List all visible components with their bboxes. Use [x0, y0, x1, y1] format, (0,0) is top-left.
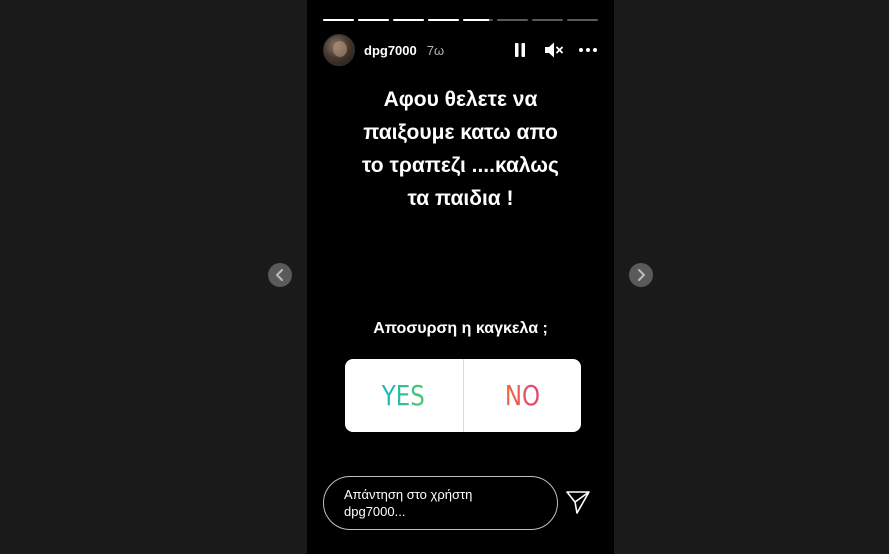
pause-button[interactable]: [510, 40, 530, 60]
progress-segment-fill: [357, 19, 389, 21]
previous-story-button[interactable]: [268, 263, 292, 287]
reply-input[interactable]: Απάντηση στο χρήστη dpg7000...: [323, 476, 558, 530]
chevron-right-icon: [638, 269, 645, 281]
reply-placeholder: Απάντηση στο χρήστη: [344, 487, 473, 502]
poll-option-yes[interactable]: YES: [345, 359, 463, 432]
story-viewer: dpg7000 7ω Αφου θελετε να παιξουμε κατω …: [0, 0, 889, 554]
progress-segment-fill: [392, 19, 424, 21]
poll-option-no[interactable]: NO: [462, 359, 582, 432]
username[interactable]: dpg7000: [364, 43, 417, 58]
caption-line: Αφου θελετε να: [383, 88, 538, 111]
caption-line: τα παιδια !: [407, 187, 514, 210]
next-story-button[interactable]: [629, 263, 653, 287]
poll-question: Αποσυρση η καγκελα ;: [373, 320, 548, 337]
progress-segment: [532, 19, 564, 21]
reply-placeholder: dpg7000...: [344, 504, 406, 519]
progress-segment: [392, 19, 424, 21]
more-options-button[interactable]: [578, 40, 598, 60]
progress-segment: [462, 19, 494, 21]
progress-segment: [427, 19, 459, 21]
mute-icon: [545, 42, 563, 58]
story-header: dpg7000 7ω: [323, 34, 598, 66]
more-icon: [579, 48, 597, 52]
story-frame[interactable]: dpg7000 7ω Αφου θελετε να παιξουμε κατω …: [307, 0, 614, 554]
send-button[interactable]: [565, 489, 591, 515]
progress-segment: [497, 19, 529, 21]
story-caption: Αφου θελετε να παιξουμε κατω απο το τραπ…: [327, 83, 594, 215]
progress-segment: [567, 19, 598, 21]
send-icon: [566, 491, 590, 514]
mute-button[interactable]: [544, 40, 564, 60]
poll-sticker: YES NO: [345, 359, 581, 432]
poll-option-label: YES: [382, 379, 426, 412]
progress-segment-fill: [323, 19, 354, 21]
progress-bar: [323, 19, 598, 21]
caption-line: το τραπεζι ....καλως: [362, 154, 559, 177]
caption-line: παιξουμε κατω απο: [363, 121, 558, 144]
time-ago: 7ω: [426, 42, 445, 58]
avatar[interactable]: [323, 34, 355, 66]
progress-segment: [357, 19, 389, 21]
progress-segment-fill: [462, 19, 489, 21]
pause-icon: [515, 43, 525, 57]
poll-option-label: NO: [504, 379, 540, 412]
chevron-left-icon: [276, 269, 283, 281]
story-controls: [510, 40, 598, 60]
progress-segment-fill: [427, 19, 459, 21]
progress-segment: [323, 19, 354, 21]
